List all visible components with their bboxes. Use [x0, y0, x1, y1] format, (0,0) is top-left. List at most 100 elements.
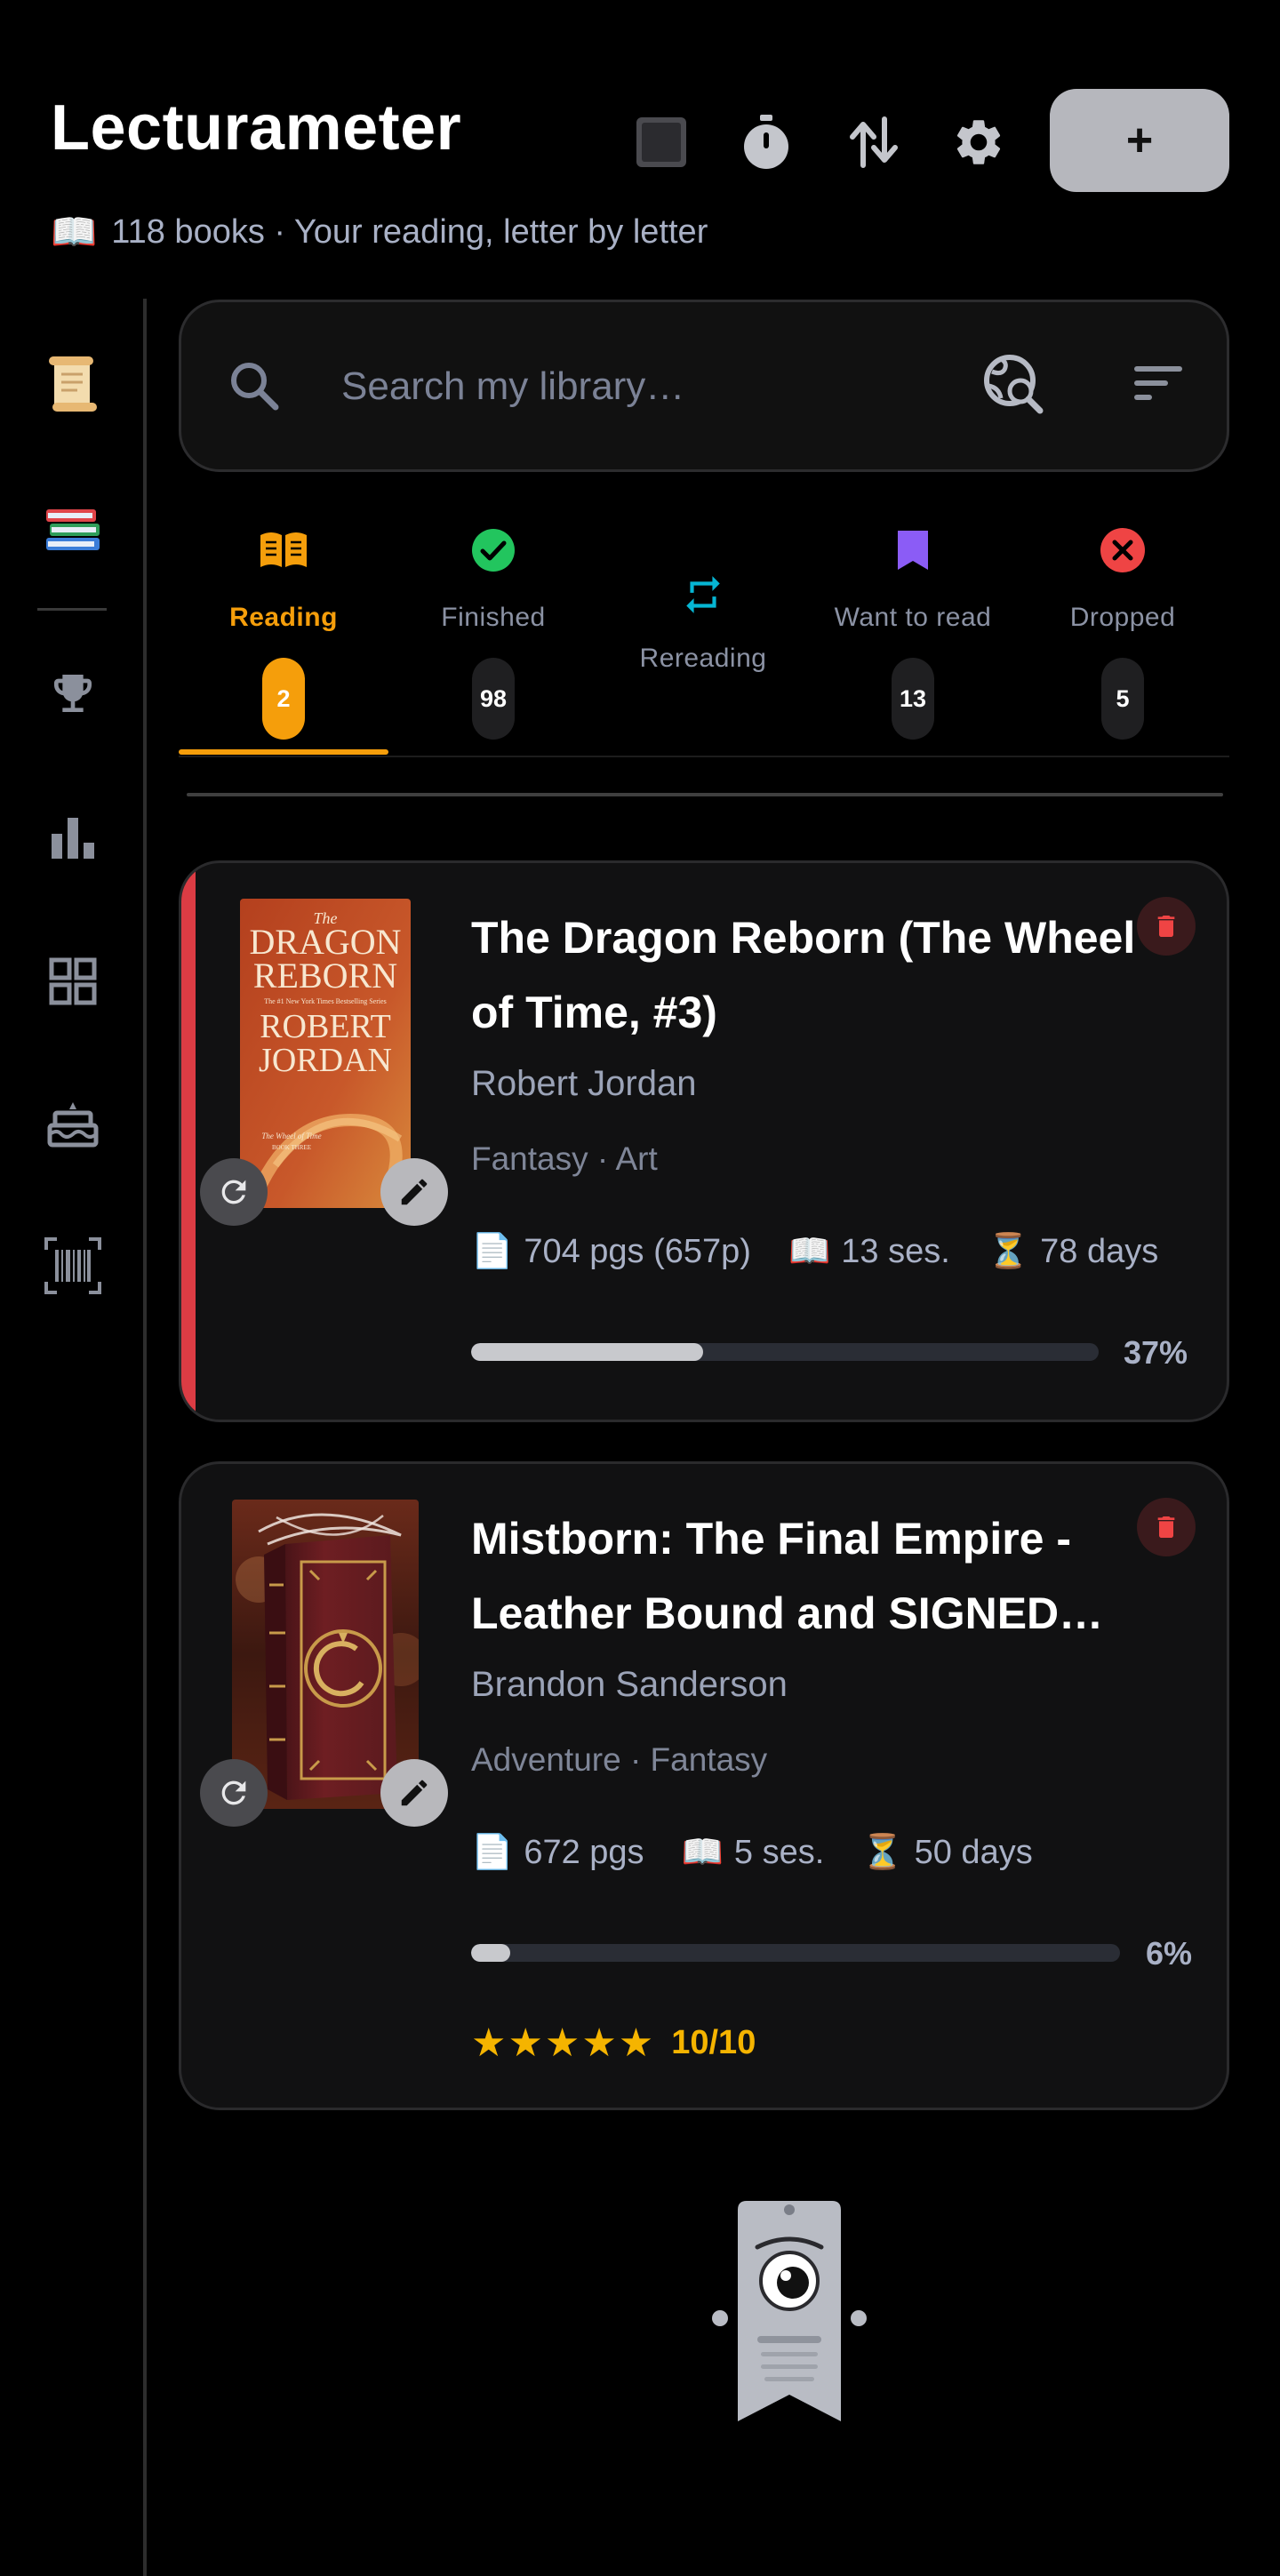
tab-count-badge: 13 [892, 658, 934, 740]
search-bar [179, 300, 1229, 472]
tab-label: Dropped [1069, 603, 1176, 632]
sidebar-divider [143, 299, 147, 2576]
progress-bar [471, 1944, 1120, 1962]
tab-dropped[interactable]: Dropped 5 [1018, 507, 1228, 756]
global-search-button[interactable] [981, 352, 1045, 420]
progress-bar [471, 1343, 1099, 1361]
tabs-border [179, 756, 1229, 757]
pages-stat: 📄 704 pgs (657p) [471, 1232, 751, 1271]
stop-icon [636, 117, 686, 167]
progress-percent: 6% [1146, 1935, 1193, 1972]
book-card[interactable]: Mistborn: The Final Empire - Leather Bou… [179, 1461, 1229, 2110]
rating: ★★★★★ 10/10 [471, 2020, 756, 2066]
tab-label: Rereading [639, 644, 767, 673]
page-icon: 📄 [471, 1233, 514, 1270]
tab-label: Finished [441, 603, 546, 632]
sidebar-item-books[interactable] [36, 491, 110, 565]
book-title: Mistborn: The Final Empire - Leather Bou… [471, 1514, 1104, 1638]
search-input[interactable] [341, 356, 839, 418]
add-book-button[interactable]: + [1050, 89, 1229, 192]
star-rating-icons: ★★★★★ [471, 2021, 656, 2065]
pages-value: 672 pgs [524, 1833, 644, 1871]
refresh-icon [221, 1780, 246, 1805]
sidebar-item-grid[interactable] [36, 944, 110, 1019]
book-genres: Fantasy · Art [471, 1140, 658, 1177]
tab-want-to-read[interactable]: Want to read 13 [808, 507, 1018, 756]
stopwatch-button[interactable] [731, 107, 802, 178]
open-book-icon [260, 532, 307, 567]
sidebar-item-trophy[interactable] [36, 656, 110, 731]
books-icon [46, 509, 100, 550]
bookmark-mascot-illustration [711, 2196, 868, 2435]
book-stats: 📄 704 pgs (657p) 📖 13 ses. ⏳ 78 days [471, 1232, 1158, 1271]
tab-reading[interactable]: Reading 2 [179, 507, 388, 756]
gear-icon [956, 120, 1001, 164]
mascot-icon [712, 2201, 867, 2421]
edit-button[interactable] [380, 1158, 448, 1226]
settings-button[interactable] [943, 107, 1014, 178]
sessions-stat: 📖 5 ses. [682, 1833, 825, 1872]
check-circle-icon [472, 529, 515, 572]
app-title: Lecturameter [51, 92, 462, 164]
cover-tagline: The #1 New York Times Bestselling Series [264, 997, 387, 1005]
sidebar-item-scroll[interactable] [36, 347, 110, 421]
cover-author-line: ROBERT [260, 1008, 391, 1045]
trophy-icon [54, 675, 92, 712]
open-book-icon: 📖 [788, 1233, 831, 1270]
page-icon: 📄 [471, 1834, 514, 1871]
hourglass-icon: ⏳ [861, 1834, 904, 1871]
sessions-stat: 📖 13 ses. [788, 1232, 950, 1271]
open-book-icon: 📖 [51, 211, 98, 252]
pages-stat: 📄 672 pgs [471, 1833, 644, 1872]
book-cover: The DRAGON REBORN The #1 New York Times … [240, 899, 411, 1208]
search-icon [231, 363, 279, 411]
tab-count-badge: 5 [1101, 658, 1144, 740]
progress-fill [471, 1343, 704, 1361]
sidebar-item-cake[interactable] [36, 1086, 110, 1161]
edit-button[interactable] [380, 1759, 448, 1827]
pencil-icon [401, 1780, 428, 1806]
pencil-icon [401, 1179, 428, 1205]
book-card[interactable]: The DRAGON REBORN The #1 New York Times … [179, 860, 1229, 1422]
sort-arrows-button[interactable] [838, 107, 909, 178]
globe-search-icon [984, 355, 1044, 414]
rating-value: 10/10 [671, 2024, 756, 2061]
barcode-icon [44, 1237, 101, 1294]
days-stat: ⏳ 78 days [988, 1232, 1158, 1271]
cover-series: The Wheel of Time [261, 1132, 321, 1140]
days-stat: ⏳ 50 days [861, 1833, 1032, 1872]
book-author: Brandon Sanderson [471, 1665, 788, 1704]
sort-lines-icon [1134, 366, 1182, 400]
sidebar-item-barcode[interactable] [36, 1228, 110, 1303]
tab-rereading[interactable]: Rereading [598, 507, 808, 756]
sort-button[interactable] [1129, 356, 1186, 413]
repeat-icon [686, 576, 720, 613]
tab-finished[interactable]: Finished 98 [388, 507, 598, 756]
sidebar-separator [37, 608, 107, 611]
mistborn-leather-cover-art [232, 1500, 419, 1809]
reading-accent-bar [181, 863, 196, 1420]
tab-label: Want to read [834, 603, 992, 632]
x-circle-icon [1100, 528, 1145, 572]
refresh-icon [221, 1180, 246, 1204]
progress-fill [471, 1944, 510, 1962]
tab-count-badge: 98 [472, 658, 515, 740]
library-summary: 118 books · Your reading, letter by lett… [111, 213, 708, 251]
stop-button[interactable] [626, 107, 697, 178]
stopwatch-icon [744, 115, 788, 169]
sidebar-item-stats[interactable] [36, 800, 110, 875]
refresh-cover-button[interactable] [200, 1158, 268, 1226]
app-subtitle: 📖 118 books · Your reading, letter by le… [51, 213, 708, 251]
sessions-value: 13 ses. [841, 1232, 950, 1270]
bookmark-icon [898, 531, 928, 570]
grid-icon [49, 957, 97, 1005]
refresh-cover-button[interactable] [200, 1759, 268, 1827]
section-divider [187, 793, 1223, 796]
hourglass-icon: ⏳ [987, 1233, 1030, 1270]
cover-book-number: BOOK THREE [272, 1144, 311, 1151]
tab-count-badge: 2 [262, 658, 305, 740]
tab-label: Reading [229, 603, 338, 632]
progress-percent: 37% [1124, 1334, 1188, 1371]
cover-title-line: REBORN [253, 956, 397, 996]
cake-icon [47, 1102, 99, 1148]
